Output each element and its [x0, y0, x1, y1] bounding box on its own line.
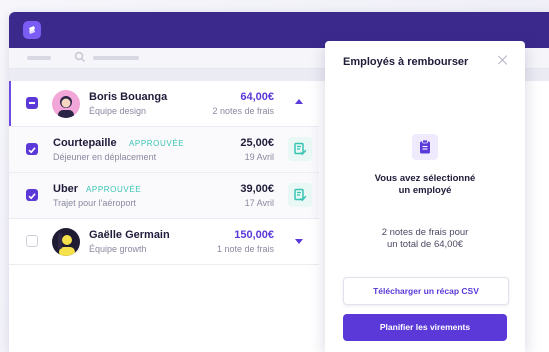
- expense-date: 19 Avril: [244, 152, 274, 162]
- chevron-down-icon[interactable]: [295, 239, 303, 244]
- employee-name: Gaëlle Germain: [89, 229, 170, 241]
- expense-row-uber[interactable]: Uber APPROUVÉE Trajet pour l'aéroport 39…: [9, 173, 319, 219]
- merchant-name: Uber: [53, 183, 79, 195]
- expense-date: 17 Avril: [244, 198, 274, 208]
- avatar: [52, 228, 80, 256]
- merchant-name: Courtepaille: [53, 137, 117, 149]
- clipboard-icon: [412, 134, 438, 160]
- total-line-2: un total de 64,00€: [386, 239, 464, 250]
- receipt-check-icon[interactable]: [288, 183, 312, 207]
- expense-description: Trajet pour l'aéroport: [53, 198, 136, 208]
- selection-line-2: un employé: [398, 185, 452, 196]
- selection-line-1: Vous avez sélectionné: [374, 173, 476, 184]
- amount: 64,00€: [240, 91, 274, 103]
- avatar: [52, 90, 80, 118]
- row-checkbox[interactable]: [26, 97, 38, 109]
- employee-team: Équipe growth: [89, 244, 147, 254]
- schedule-transfers-button[interactable]: Planifier les virements: [343, 314, 507, 341]
- employee-list: Boris Bouanga Équipe design 64,00€ 2 not…: [9, 81, 319, 265]
- download-csv-button[interactable]: Télécharger un récap CSV: [343, 277, 509, 305]
- expense-count: 2 notes de frais: [212, 106, 274, 116]
- search-placeholder[interactable]: [93, 56, 139, 60]
- amount: 150,00€: [234, 229, 274, 241]
- check-icon: [28, 147, 36, 154]
- toolbar-placeholder: [27, 56, 51, 60]
- row-checkbox[interactable]: [26, 143, 38, 155]
- expense-description: Déjeuner en déplacement: [53, 152, 157, 162]
- amount: 39,00€: [240, 183, 274, 195]
- receipt-check-icon[interactable]: [288, 137, 312, 161]
- row-checkbox[interactable]: [26, 189, 38, 201]
- panel-title: Employés à rembourser: [343, 56, 469, 68]
- close-icon[interactable]: [497, 54, 509, 66]
- check-icon: [28, 193, 36, 200]
- total-summary: 2 notes de frais pour un total de 64,00€: [325, 227, 525, 251]
- amount: 25,00€: [240, 137, 274, 149]
- employee-row-boris[interactable]: Boris Bouanga Équipe design 64,00€ 2 not…: [9, 81, 319, 127]
- employee-name: Boris Bouanga: [89, 91, 168, 103]
- row-checkbox[interactable]: [26, 235, 38, 247]
- employee-team: Équipe design: [89, 106, 147, 116]
- status-badge: APPROUVÉE: [129, 139, 185, 148]
- expense-count: 1 note de frais: [216, 244, 274, 254]
- search-icon[interactable]: [74, 51, 86, 63]
- total-line-1: 2 notes de frais pour: [381, 227, 469, 238]
- employee-row-gaelle[interactable]: Gaëlle Germain Équipe growth 150,00€ 1 n…: [9, 219, 319, 265]
- chevron-up-icon[interactable]: [295, 99, 303, 104]
- app-logo-icon[interactable]: [23, 21, 41, 39]
- reimbursement-panel: Employés à rembourser Vous avez sélectio…: [325, 41, 525, 352]
- expense-row-courtepaille[interactable]: Courtepaille APPROUVÉE Déjeuner en dépla…: [9, 127, 319, 173]
- status-badge: APPROUVÉE: [86, 185, 142, 194]
- selection-summary: Vous avez sélectionné un employé: [325, 173, 525, 197]
